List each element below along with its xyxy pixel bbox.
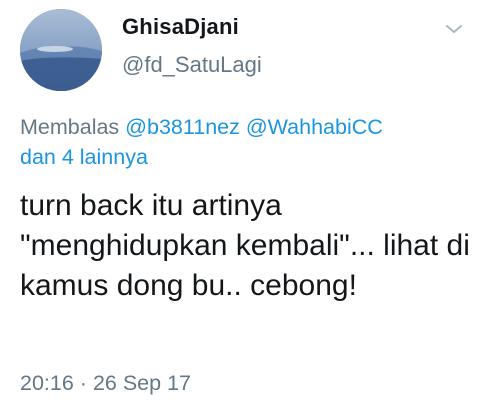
timestamp-separator: ·	[79, 371, 87, 395]
tweet-time: 20:16	[20, 371, 74, 395]
tweet-timestamp[interactable]: 20:16 · 26 Sep 17	[20, 371, 191, 396]
avatar-image	[20, 9, 102, 91]
reply-others-link[interactable]: dan 4 lainnya	[20, 145, 148, 169]
chevron-down-icon[interactable]	[444, 22, 464, 36]
user-handle[interactable]: @fd_SatuLagi	[122, 52, 262, 78]
avatar[interactable]	[20, 9, 102, 91]
reply-context: Membalas @b3811nez @WahhabiCC dan 4 lain…	[20, 112, 470, 172]
tweet-date: 26 Sep 17	[92, 371, 191, 395]
reply-prefix: Membalas	[20, 115, 120, 139]
display-name[interactable]: GhisaDjani	[122, 14, 239, 40]
tweet-card: GhisaDjani @fd_SatuLagi Membalas @b3811n…	[0, 0, 480, 416]
tweet-text: turn back itu artinya "menghidupkan kemb…	[20, 189, 470, 302]
reply-mention[interactable]: @b3811nez	[125, 115, 240, 139]
reply-mention[interactable]: @WahhabiCC	[246, 115, 383, 139]
